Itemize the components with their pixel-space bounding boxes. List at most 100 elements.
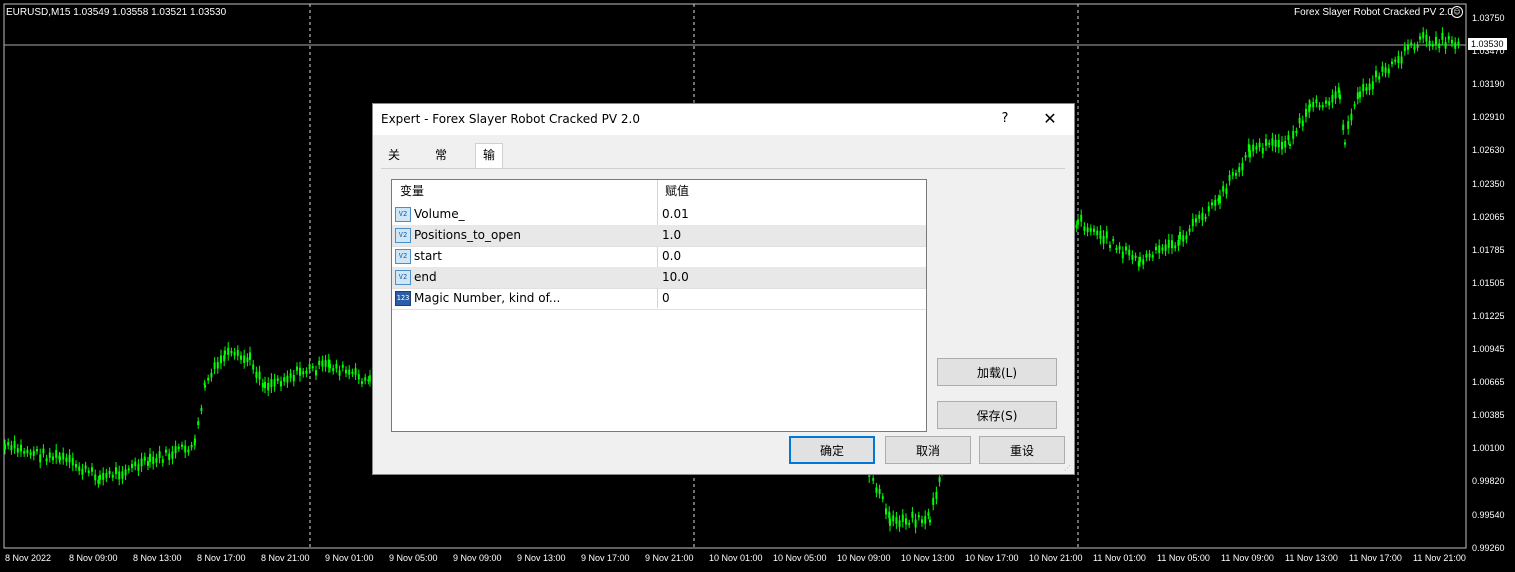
param-row[interactable]: V2 start 0.0	[392, 246, 926, 268]
param-value[interactable]: 0.0	[662, 249, 681, 263]
candle-body	[1339, 94, 1341, 100]
param-value[interactable]: 0.01	[662, 207, 689, 221]
candle-body	[1451, 39, 1453, 44]
candle-body	[878, 489, 881, 494]
candle-body	[143, 456, 146, 461]
time-tick-label: 9 Nov 17:00	[581, 553, 630, 563]
candle-body	[1353, 104, 1356, 107]
candle-body	[914, 519, 917, 528]
column-header-variable[interactable]: 变量	[400, 180, 424, 203]
candle-body	[270, 379, 273, 388]
candle-body	[1139, 256, 1141, 263]
candle-body	[289, 373, 292, 378]
candle-body	[1083, 226, 1086, 231]
candle-body	[197, 421, 200, 425]
price-tick-label: 1.01785	[1472, 244, 1505, 255]
param-name: start	[414, 249, 442, 263]
candle-body	[1109, 244, 1111, 248]
candle-body	[65, 457, 68, 462]
help-button[interactable]: ?	[995, 108, 1015, 130]
time-tick-label: 11 Nov 05:00	[1157, 553, 1210, 563]
param-name: end	[414, 270, 437, 284]
candle-body	[1281, 141, 1283, 150]
param-row[interactable]: V2 end 10.0	[392, 267, 926, 289]
candle-body	[29, 452, 32, 456]
column-header-value[interactable]: 赋值	[665, 180, 689, 203]
candle-body	[1387, 68, 1390, 74]
candle-body	[1419, 36, 1421, 40]
candle-body	[1105, 231, 1108, 239]
candle-body	[889, 518, 891, 526]
reset-button[interactable]: 重设	[979, 436, 1065, 464]
candle-body	[127, 468, 130, 471]
tab-inputs[interactable]: 输入参数	[475, 143, 504, 231]
param-value[interactable]: 1.0	[662, 228, 681, 242]
candle-body	[20, 444, 22, 452]
price-tick-label: 0.99540	[1472, 509, 1505, 520]
candle-body	[1225, 188, 1228, 194]
candle-body	[124, 469, 127, 476]
cancel-button[interactable]: 取消	[885, 436, 971, 464]
ok-button[interactable]: 确定	[789, 436, 875, 464]
candle-body	[898, 520, 901, 527]
candle-body	[1347, 121, 1350, 129]
candle-body	[204, 384, 206, 388]
candle-body	[273, 379, 276, 387]
dialog-titlebar[interactable]: Expert - Forex Slayer Robot Cracked PV 2…	[373, 104, 1074, 135]
save-button[interactable]: 保存(S)	[937, 401, 1057, 429]
param-row[interactable]: 123 Magic Number, kind of... 0	[392, 288, 926, 310]
close-button[interactable]: ✕	[1038, 108, 1062, 130]
price-tick-label: 1.01225	[1472, 310, 1505, 321]
resize-grip-icon[interactable]: ⋰	[1064, 464, 1072, 472]
candle-body	[1441, 32, 1444, 40]
candle-body	[1400, 56, 1403, 64]
candle-body	[892, 515, 895, 522]
candle-body	[1295, 130, 1298, 134]
param-value[interactable]: 0	[662, 291, 670, 305]
candle-body	[149, 453, 151, 462]
tab-common[interactable]: 常用	[428, 144, 454, 185]
candle-body	[1102, 235, 1105, 244]
candle-body	[1077, 219, 1079, 225]
candle-body	[264, 381, 266, 389]
candle-body	[1249, 150, 1251, 158]
candle-body	[1309, 104, 1311, 108]
variable-icon: V2	[395, 228, 411, 243]
candle-body	[1158, 245, 1161, 254]
candle-body	[1171, 240, 1173, 249]
price-tick-label: 1.02910	[1472, 112, 1505, 123]
candle-body	[1167, 239, 1170, 248]
candle-body	[1344, 142, 1346, 145]
candle-body	[345, 369, 347, 374]
candle-body	[1201, 212, 1204, 221]
time-tick-label: 9 Nov 21:00	[645, 553, 694, 563]
load-button[interactable]: 加载(L)	[937, 358, 1057, 386]
tab-about[interactable]: 关于	[381, 144, 407, 185]
variable-icon: V2	[395, 270, 411, 285]
candle-body	[23, 451, 26, 454]
param-row[interactable]: V2 Volume_ 0.01	[392, 204, 926, 226]
candle-body	[1121, 251, 1124, 259]
candle-body	[181, 444, 183, 447]
candle-body	[1161, 247, 1164, 251]
candle-body	[1447, 36, 1450, 40]
param-row[interactable]: V2 Positions_to_open 1.0	[392, 225, 926, 247]
candle-body	[81, 468, 84, 475]
param-value[interactable]: 10.0	[662, 270, 689, 284]
candle-body	[75, 463, 77, 468]
candle-body	[240, 355, 242, 360]
candle-body	[1331, 95, 1334, 103]
candle-body	[171, 451, 174, 459]
candle-body	[1381, 66, 1384, 72]
ea-smiley-icon[interactable]: ☺	[1451, 6, 1463, 18]
candle-body	[361, 381, 363, 384]
candle-body	[1174, 245, 1177, 249]
candle-body	[26, 449, 29, 454]
candle-body	[1301, 120, 1304, 127]
candle-body	[1428, 40, 1431, 47]
candle-body	[1125, 246, 1127, 251]
candle-body	[305, 370, 308, 374]
candle-body	[84, 465, 87, 469]
candle-body	[1080, 214, 1083, 222]
candle-body	[1321, 105, 1324, 108]
